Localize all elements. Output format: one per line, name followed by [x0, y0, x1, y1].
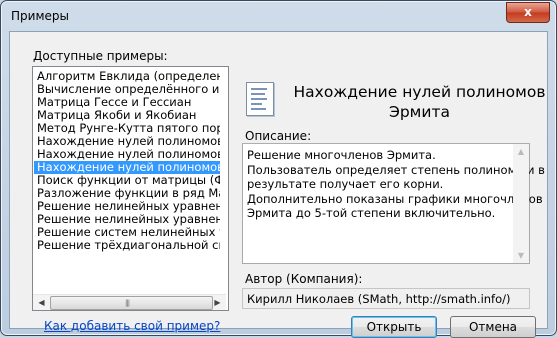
dialog-content: Доступные примеры: Алгоритм Евклида (опр… — [9, 31, 548, 338]
list-item[interactable]: Решение нелинейных уравнений мето — [34, 200, 220, 213]
list-item[interactable]: Метод Рунге-Кутта пятого порядка с а — [34, 122, 220, 135]
window-title: Примеры — [11, 9, 69, 23]
description-line: Пользователь определяет степень полинома… — [247, 162, 545, 177]
list-item[interactable]: Матрица Якоби и Якобиан — [34, 109, 220, 122]
scroll-down-icon[interactable]: ▼ — [513, 248, 529, 263]
title-bar[interactable]: Примеры x — [1, 1, 556, 31]
document-icon — [246, 82, 274, 116]
list-item[interactable]: Разложение функции в ряд Маклорен — [34, 187, 220, 200]
description-line: результате получает его корни. — [247, 177, 444, 191]
examples-list[interactable]: Алгоритм Евклида (определение НОДВычисле… — [32, 66, 229, 311]
scrollbar-thumb[interactable]: ||| — [50, 296, 213, 310]
cancel-button[interactable]: Отмена — [450, 316, 536, 338]
description-label: Описание: — [245, 129, 312, 143]
list-item[interactable]: Нахождение нулей полиномов Эрмит — [34, 161, 220, 174]
close-icon: x — [524, 5, 532, 19]
scroll-right-icon[interactable]: ▶ — [210, 295, 225, 310]
scroll-up-icon[interactable]: ▲ — [513, 144, 529, 159]
close-button[interactable]: x — [506, 2, 550, 23]
list-item[interactable]: Решение трёхдиагональной системы — [34, 239, 220, 252]
add-example-link[interactable]: Как добавить свой пример? — [44, 319, 220, 333]
examples-label: Доступные примеры: — [33, 49, 168, 63]
description-line: Эрмита до 5-той степени включительно. — [247, 206, 496, 220]
list-item[interactable]: Решение нелинейных уравнений мето — [34, 213, 220, 226]
open-button[interactable]: Открыть — [351, 316, 437, 338]
description-line: Решение многочленов Эрмита. — [247, 148, 436, 162]
horizontal-scrollbar[interactable]: ◀ ||| ▶ — [33, 294, 226, 310]
list-item[interactable]: Вычисление определённого интеграл — [34, 83, 220, 96]
list-item[interactable]: Нахождение нулей полиномов Лагер — [34, 135, 220, 148]
grip-icon: ||| — [125, 299, 130, 307]
scroll-left-icon[interactable]: ◀ — [34, 295, 49, 310]
list-item[interactable]: Алгоритм Евклида (определение НОД — [34, 70, 220, 83]
description-text[interactable]: Решение многочленов Эрмита. Пользователь … — [242, 143, 545, 264]
list-item[interactable]: Матрица Гессе и Гессиан — [34, 96, 220, 109]
example-title: Нахождение нулей полиномов Эрмита — [293, 83, 546, 121]
author-field[interactable]: Кирилл Николаев (SMath, http://smath.inf… — [242, 288, 530, 309]
list-item[interactable]: Решение систем нелинейных уравне — [34, 226, 220, 239]
examples-dialog: Примеры x Доступные примеры: Алгоритм Ев… — [0, 0, 557, 338]
list-item[interactable]: Нахождение нулей полиномов Лежан — [34, 148, 220, 161]
author-label: Автор (Компания): — [245, 272, 363, 286]
vertical-scrollbar[interactable]: ▲ ▼ — [513, 144, 529, 263]
description-line: Дополнительно показаны графики многочлен… — [247, 191, 543, 206]
list-item[interactable]: Поиск функции от матрицы (Формула — [34, 174, 220, 187]
